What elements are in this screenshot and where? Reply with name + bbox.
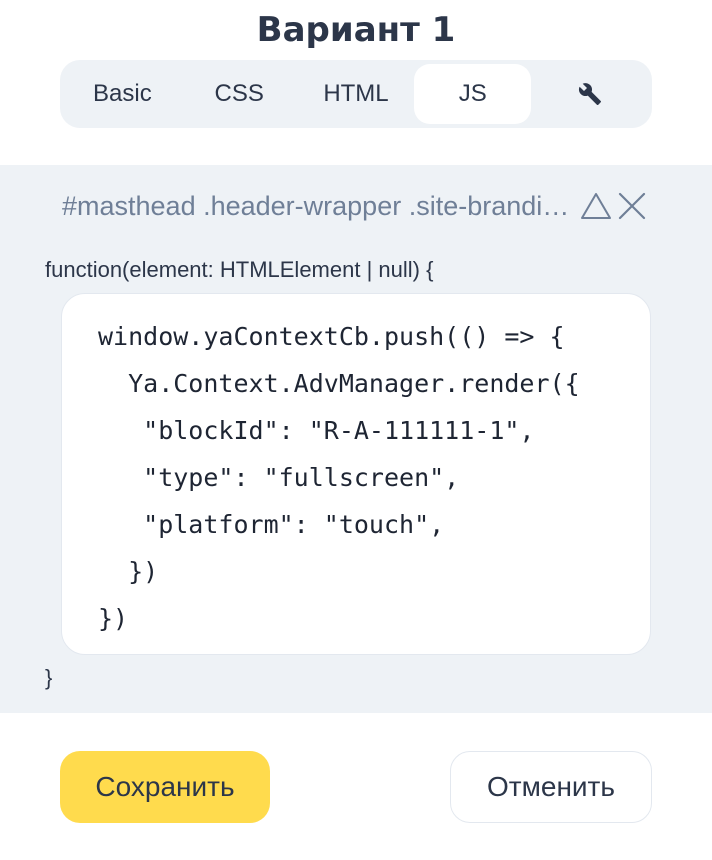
dialog-title: Вариант 1 bbox=[256, 10, 456, 50]
code-line: "blockId": "R-A-111111-1", bbox=[98, 416, 535, 445]
code-line: Ya.Context.AdvManager.render({ bbox=[98, 369, 580, 398]
code-line: }) bbox=[98, 604, 129, 633]
code-editor[interactable]: window.yaContextCb.push(() => { Ya.Conte… bbox=[61, 293, 651, 655]
tab-basic[interactable]: Basic bbox=[64, 64, 181, 124]
code-line: "platform": "touch", bbox=[98, 510, 445, 539]
css-selector-text: #masthead .header-wrapper .site-branding bbox=[62, 190, 570, 221]
close-icon[interactable] bbox=[614, 188, 650, 224]
tab-css[interactable]: CSS bbox=[181, 64, 298, 124]
function-closing-brace: } bbox=[45, 665, 53, 690]
tab-bar: Basic CSS HTML JS bbox=[60, 60, 652, 128]
code-snippet-dialog: Вариант 1 Basic CSS HTML JS #masthead .h… bbox=[0, 0, 712, 860]
code-line: "type": "fullscreen", bbox=[98, 463, 460, 492]
code-line: }) bbox=[98, 557, 159, 586]
code-line: window.yaContextCb.push(() => { bbox=[98, 322, 565, 351]
wrench-icon bbox=[578, 82, 602, 106]
selector-row: #masthead .header-wrapper .site-branding bbox=[62, 187, 652, 225]
tab-js[interactable]: JS bbox=[414, 64, 532, 124]
tab-settings[interactable] bbox=[531, 64, 648, 124]
save-button[interactable]: Сохранить bbox=[60, 751, 270, 823]
js-editor-panel: #masthead .header-wrapper .site-branding… bbox=[0, 165, 712, 713]
tab-html[interactable]: HTML bbox=[298, 64, 415, 124]
function-signature: function(element: HTMLElement | null) { bbox=[45, 257, 434, 282]
triangle-up-icon[interactable] bbox=[578, 188, 614, 224]
cancel-button[interactable]: Отменить bbox=[450, 751, 652, 823]
